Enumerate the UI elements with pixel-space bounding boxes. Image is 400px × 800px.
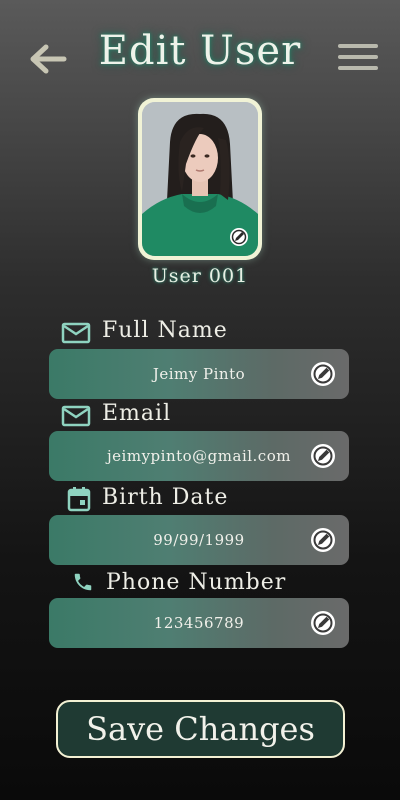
phone-number-value: 123456789 (153, 614, 245, 632)
save-changes-button[interactable]: Save Changes (56, 700, 345, 758)
edit-icon[interactable] (310, 361, 336, 387)
email-label: Email (102, 401, 172, 426)
edit-icon[interactable] (310, 610, 336, 636)
user-id: User 001 (151, 265, 249, 287)
header: Edit User (0, 0, 400, 110)
edit-icon[interactable] (310, 527, 336, 553)
full-name-field[interactable]: Jeimy Pinto (49, 349, 349, 399)
edit-photo-icon[interactable] (229, 227, 249, 247)
calendar-icon (67, 487, 91, 512)
phone-number-field[interactable]: 123456789 (49, 598, 349, 648)
email-value: jeimypinto@gmail.com (107, 447, 291, 465)
email-field[interactable]: jeimypinto@gmail.com (49, 431, 349, 481)
birth-date-field[interactable]: 99/99/1999 (49, 515, 349, 565)
birth-date-value: 99/99/1999 (153, 531, 245, 549)
mail-icon (61, 405, 91, 427)
phone-icon (74, 573, 92, 591)
birth-date-label: Birth Date (102, 485, 229, 510)
edit-icon[interactable] (310, 443, 336, 469)
full-name-label: Full Name (102, 318, 228, 343)
mail-icon (61, 322, 91, 344)
phone-number-label: Phone Number (106, 570, 287, 595)
hamburger-menu-icon[interactable] (338, 44, 378, 74)
full-name-value: Jeimy Pinto (152, 365, 246, 383)
